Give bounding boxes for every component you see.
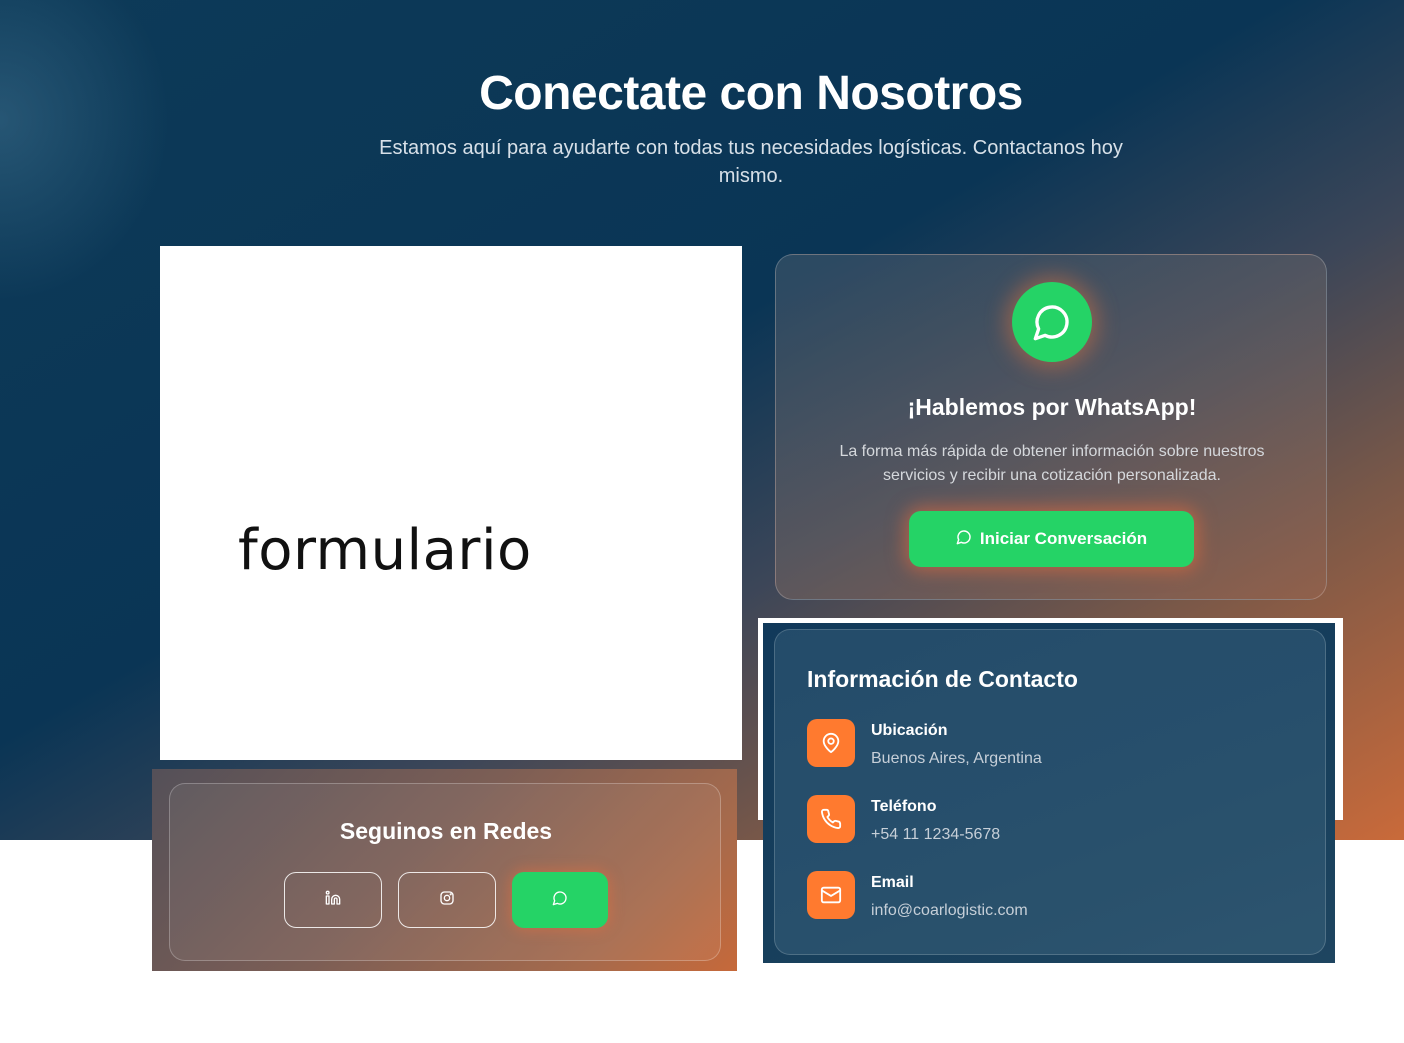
mail-icon — [807, 871, 855, 919]
form-placeholder-label: formulario — [238, 518, 532, 583]
phone-icon — [807, 795, 855, 843]
map-pin-icon — [807, 719, 855, 767]
social-title: Seguinos en Redes — [339, 818, 553, 844]
chat-bubble-icon — [956, 529, 972, 550]
page-title: Conectate con Nosotros — [479, 67, 1023, 120]
contact-card: Información de Contacto Ubicación Buenos… — [774, 629, 1326, 955]
contact-label: Ubicación — [871, 722, 948, 739]
contact-label: Teléfono — [871, 798, 937, 815]
social-panel: Seguinos en Redes — [152, 769, 737, 971]
contact-item-email: Email info@coarlogistic.com — [807, 871, 1287, 921]
whatsapp-icon — [1012, 282, 1092, 362]
linkedin-button[interactable] — [284, 872, 382, 928]
contact-value: info@coarlogistic.com — [871, 902, 1028, 919]
linkedin-icon — [325, 890, 341, 911]
social-card: Seguinos en Redes — [169, 783, 721, 961]
contact-panel: Información de Contacto Ubicación Buenos… — [763, 623, 1335, 963]
page-subtitle: Estamos aquí para ayudarte con todas tus… — [379, 137, 1123, 187]
whatsapp-icon — [552, 890, 568, 911]
start-conversation-label: Iniciar Conversación — [979, 529, 1148, 548]
whatsapp-card: ¡Hablemos por WhatsApp! La forma más ráp… — [775, 254, 1327, 600]
whatsapp-title: ¡Hablemos por WhatsApp! — [907, 394, 1197, 420]
contact-value: Buenos Aires, Argentina — [871, 750, 1042, 767]
whatsapp-description: La forma más rápida de obtener informaci… — [839, 443, 1265, 484]
contact-item-location: Ubicación Buenos Aires, Argentina — [807, 719, 1287, 769]
form-placeholder: formulario — [160, 246, 742, 760]
contact-item-phone: Teléfono +54 11 1234-5678 — [807, 795, 1287, 845]
contact-title: Información de Contacto — [807, 666, 1078, 692]
whatsapp-social-button[interactable] — [512, 872, 608, 928]
instagram-icon — [439, 890, 455, 911]
contact-value: +54 11 1234-5678 — [871, 826, 1001, 843]
start-conversation-button[interactable]: Iniciar Conversación — [909, 511, 1194, 567]
instagram-button[interactable] — [398, 872, 496, 928]
contact-label: Email — [871, 874, 914, 891]
